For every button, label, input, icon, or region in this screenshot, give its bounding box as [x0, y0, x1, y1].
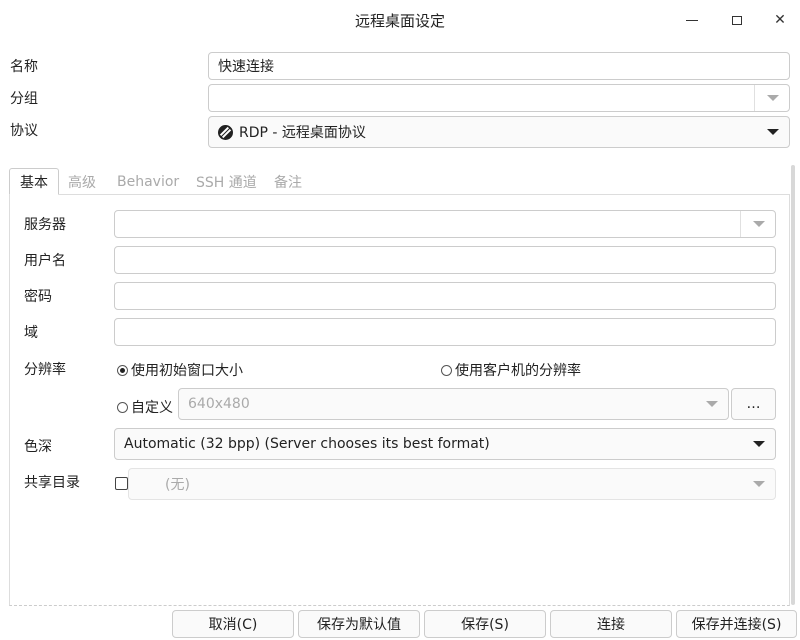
radio-icon [441, 365, 452, 376]
tab-notes[interactable]: 备注 [264, 168, 312, 195]
shared-folder-chooser[interactable]: (无) [128, 468, 776, 500]
save-connect-button[interactable]: 保存并连接(S) [676, 610, 797, 638]
password-label: 密码 [24, 289, 52, 305]
radio-custom[interactable]: 自定义 [117, 397, 173, 417]
name-input[interactable]: 快速连接 [208, 52, 790, 80]
protocol-value: RDP - 远程桌面协议 [239, 125, 366, 141]
radio-initial-label: 使用初始窗口大小 [131, 363, 243, 379]
maximize-icon [732, 15, 742, 25]
password-input[interactable] [114, 282, 776, 310]
shared-folder-checkbox[interactable] [115, 477, 128, 490]
group-label: 分组 [10, 91, 38, 107]
chevron-down-icon [753, 481, 765, 487]
username-input[interactable] [114, 246, 776, 274]
name-value: 快速连接 [218, 59, 274, 75]
radio-initial-size[interactable]: 使用初始窗口大小 [117, 360, 243, 380]
resolution-label: 分辨率 [24, 362, 66, 378]
color-depth-label: 色深 [24, 439, 52, 455]
close-button[interactable]: ✕ [768, 8, 792, 32]
custom-resolution-value: 640x480 [188, 396, 250, 412]
protocol-label: 协议 [10, 123, 38, 139]
radio-client-resolution[interactable]: 使用客户机的分辨率 [441, 360, 581, 380]
chevron-down-icon [706, 401, 718, 407]
radio-custom-label: 自定义 [131, 400, 173, 416]
save-button[interactable]: 保存(S) [424, 610, 546, 638]
radio-icon [117, 365, 128, 376]
scrollbar[interactable] [791, 165, 795, 605]
chevron-down-icon [753, 221, 765, 227]
group-combo[interactable] [208, 84, 790, 112]
close-icon: ✕ [774, 12, 786, 28]
tab-behavior[interactable]: Behavior [107, 168, 189, 195]
tab-ssh-tunnel[interactable]: SSH 通道 [186, 168, 267, 195]
browse-resolution-button[interactable]: … [731, 388, 776, 420]
protocol-select[interactable]: RDP - 远程桌面协议 [208, 116, 790, 148]
rdp-icon [218, 124, 233, 140]
domain-label: 域 [24, 325, 38, 341]
custom-resolution-combo[interactable]: 640x480 [178, 388, 729, 420]
connect-button[interactable]: 连接 [550, 610, 672, 638]
domain-input[interactable] [114, 318, 776, 346]
color-depth-select[interactable]: Automatic (32 bpp) (Server chooses its b… [114, 428, 776, 460]
shared-folder-value: (无) [165, 477, 190, 493]
maximize-button[interactable] [725, 8, 749, 32]
radio-icon [117, 402, 128, 413]
chevron-down-icon [753, 441, 765, 447]
radio-client-label: 使用客户机的分辨率 [455, 363, 581, 379]
minimize-button[interactable] [680, 8, 704, 32]
cancel-button[interactable]: 取消(C) [172, 610, 294, 638]
name-label: 名称 [10, 59, 38, 75]
username-label: 用户名 [24, 253, 66, 269]
chevron-down-icon [767, 129, 779, 135]
minimize-icon [686, 19, 698, 21]
server-combo[interactable] [114, 210, 776, 238]
chevron-down-icon [767, 95, 779, 101]
shared-folder-label: 共享目录 [24, 475, 80, 491]
color-depth-value: Automatic (32 bpp) (Server chooses its b… [124, 436, 490, 452]
save-default-button[interactable]: 保存为默认值 [298, 610, 420, 638]
server-label: 服务器 [24, 217, 66, 233]
tab-basic[interactable]: 基本 [9, 168, 59, 195]
tab-advanced[interactable]: 高级 [58, 168, 106, 195]
